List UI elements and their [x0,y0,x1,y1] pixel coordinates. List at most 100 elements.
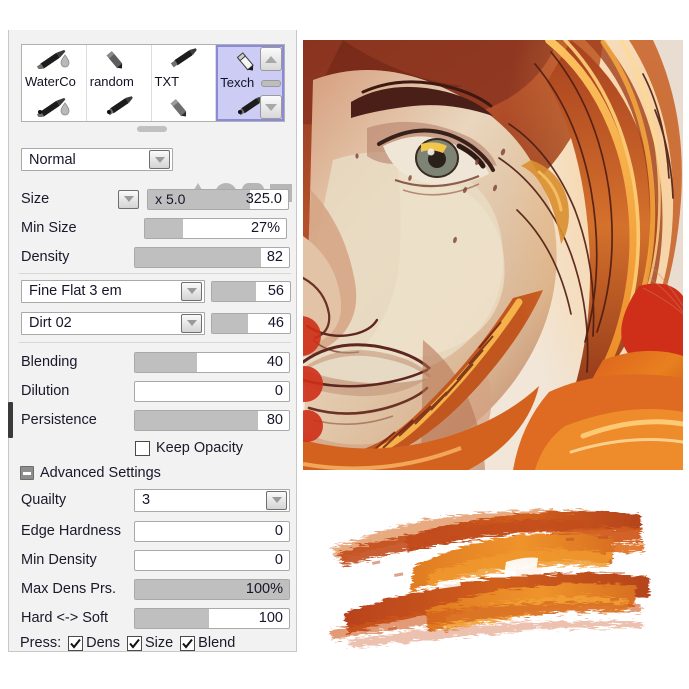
blend-mode-dropdown[interactable]: Normal [21,148,173,171]
triangle-down-icon [265,103,277,111]
texture-paper-row: Dirt 02 46 [21,311,293,335]
blending-row: Blending 40 [21,351,291,373]
brush-preset-label: random [89,74,134,89]
brush-water-icon [22,45,86,71]
pressure-blend-checkbox[interactable] [180,635,196,651]
edge-hardness-slider[interactable]: 0 [134,520,290,542]
brush-preset-label: WaterCo [25,74,76,89]
brush-water-icon [22,93,86,119]
dilution-row: Dilution 0 [21,380,291,402]
edge-hardness-value: 0 [274,522,283,539]
persistence-value: 80 [266,411,283,428]
min-density-slider[interactable]: 0 [134,549,290,571]
quality-row: Quailty 3 [21,488,291,512]
pencil-icon [152,93,216,119]
chevron-down-icon[interactable] [181,313,202,333]
blending-value: 40 [266,353,283,370]
texture-shape-row: Fine Flat 3 em 56 [21,279,293,303]
max-dens-prs-label: Max Dens Prs. [21,581,117,597]
minus-box-icon[interactable] [20,466,34,480]
min-density-label: Min Density [21,552,97,568]
texture-shape-value: Fine Flat 3 em [29,283,122,299]
dilution-value: 0 [274,382,283,399]
density-label: Density [21,249,70,265]
persistence-label: Persistence [21,412,97,428]
size-row: Size x 5.0 325.0 [21,188,289,210]
panel-scrollbar-thumb[interactable] [8,402,13,438]
advanced-settings-header[interactable]: Advanced Settings [20,462,161,484]
chevron-down-icon[interactable] [149,150,170,169]
texture-paper-dropdown[interactable]: Dirt 02 [21,311,205,335]
dilution-slider[interactable]: 0 [134,380,290,402]
pressure-size-checkbox[interactable] [126,635,142,651]
hard-soft-row: Hard <-> Soft 100 [21,607,291,629]
min-size-slider[interactable]: 27% [144,217,287,239]
keep-opacity-row[interactable]: Keep Opacity [135,437,243,459]
size-value: 325.0 [245,190,282,207]
brush-preset-grid[interactable]: WaterCo random TXT Texch [21,44,285,122]
min-density-row: Min Density 0 [21,549,291,571]
density-slider[interactable]: 82 [134,246,290,268]
texture-paper-amount: 46 [267,314,284,331]
marker-icon [87,93,151,119]
texture-shape-slider[interactable]: 56 [211,280,291,302]
pressure-size-label: Size [144,635,174,651]
brush-stroke-sample [310,478,682,656]
pressure-label: Press: [20,635,62,651]
hard-soft-value: 100 [258,609,283,626]
size-dropdown-button[interactable] [118,189,140,209]
pencil-icon [87,45,151,71]
panel-resize-grip[interactable] [137,126,167,132]
edge-hardness-row: Edge Hardness 0 [21,520,291,542]
texture-paper-slider[interactable]: 46 [211,312,291,334]
quality-dropdown[interactable]: 3 [134,488,290,512]
texture-paper-value: Dirt 02 [29,315,72,331]
quality-label: Quailty [21,492,67,508]
triangle-up-icon [265,55,277,63]
pressure-dens-checkbox[interactable] [68,635,84,651]
keep-opacity-label: Keep Opacity [156,440,244,456]
keep-opacity-checkbox[interactable] [135,440,150,456]
size-slider[interactable]: x 5.0 325.0 [147,188,289,210]
scroll-up-button[interactable] [260,47,282,71]
max-dens-prs-row: Max Dens Prs. 100% [21,578,291,600]
dilution-label: Dilution [21,383,70,399]
chevron-down-icon[interactable] [266,490,287,510]
portrait-illustration [303,40,683,470]
screenshot-root: WaterCo random TXT Texch Normal Size x 5… [0,0,689,689]
max-dens-prs-slider[interactable]: 100% [134,578,290,600]
brush-preset-label: TXT [154,74,180,89]
brush-preset-cell[interactable]: WaterCo [22,45,87,121]
edge-hardness-label: Edge Hardness [21,523,121,539]
density-row: Density 82 [21,246,291,268]
scroll-down-button[interactable] [260,95,282,119]
scrollbar-thumb[interactable] [261,79,281,87]
portrait-artwork-canvas [303,40,683,470]
divider [19,273,291,274]
brush-settings-panel: WaterCo random TXT Texch Normal Size x 5… [8,30,297,652]
chevron-down-icon[interactable] [181,281,202,301]
pressure-blend-label: Blend [198,635,236,651]
advanced-settings-label: Advanced Settings [40,465,161,481]
density-value: 82 [266,248,283,265]
size-multiplier: x 5.0 [155,190,186,207]
brush-preset-cell[interactable]: random [87,45,152,121]
min-size-value: 27% [250,219,280,236]
min-size-row: Min Size 27% [21,217,289,239]
hard-soft-label: Hard <-> Soft [21,610,109,626]
texture-shape-amount: 56 [267,282,284,299]
persistence-slider[interactable]: 80 [134,409,290,431]
persistence-row: Persistence 80 [21,409,291,431]
brush-grid-scrollbar[interactable] [260,47,282,119]
blending-slider[interactable]: 40 [134,351,290,373]
max-dens-prs-value: 100% [245,580,283,597]
divider [19,342,291,343]
texture-shape-dropdown[interactable]: Fine Flat 3 em [21,279,205,303]
hard-soft-slider[interactable]: 100 [134,607,290,629]
size-label: Size [21,191,50,207]
blend-mode-value: Normal [29,151,76,168]
brush-preset-cell[interactable]: TXT [152,45,217,121]
quality-value: 3 [142,492,151,508]
min-density-value: 0 [274,551,283,568]
blending-label: Blending [21,354,78,370]
